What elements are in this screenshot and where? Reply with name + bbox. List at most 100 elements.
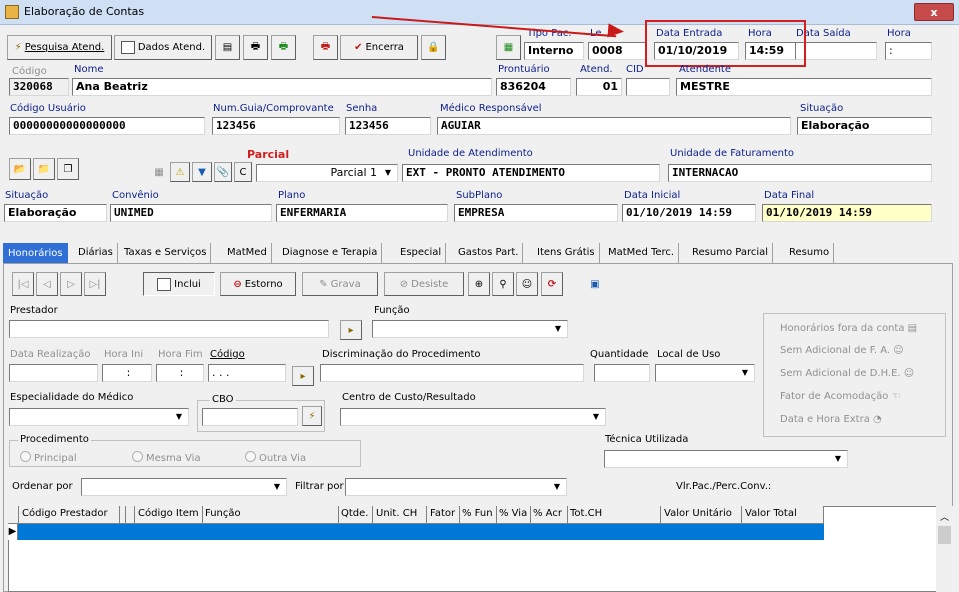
tab-gastos-part[interactable]: Gastos Part. [454, 243, 524, 263]
hora-ini-field[interactable]: : [102, 364, 152, 382]
convenio-field[interactable]: UNIMED [110, 204, 272, 222]
print-red-button[interactable]: 🖶 [313, 35, 338, 60]
tab-honorarios[interactable]: Honorários [3, 243, 68, 263]
plano-field[interactable]: ENFERMARIA [276, 204, 448, 222]
prestador-lookup-button[interactable]: ▸ [340, 320, 362, 340]
print-green-button[interactable]: 🖶 [271, 35, 296, 60]
hora-fim-field[interactable]: : [156, 364, 204, 382]
data-inicial-field[interactable]: 01/10/2019 14:59 [622, 204, 756, 222]
local-uso-select[interactable]: ▼ [655, 364, 755, 382]
scroll-up-icon[interactable]: ︿ [940, 510, 949, 523]
copy-button[interactable]: ❐ [57, 158, 79, 180]
open-folder-button[interactable]: 📂 [9, 158, 31, 180]
tab-especial[interactable]: Especial [396, 243, 447, 263]
close-button[interactable]: x [914, 3, 954, 21]
outra-via-radio[interactable]: Outra Via [245, 451, 306, 464]
col-valor-total[interactable]: Valor Total [745, 508, 797, 519]
data-saida-field[interactable] [795, 42, 877, 60]
unidade-atend-field[interactable]: EXT - PRONTO ATENDIMENTO [402, 164, 660, 182]
atendente-field[interactable]: MESTRE [676, 78, 932, 96]
centro-custo-select[interactable]: ▼ [340, 408, 606, 426]
codigo-usuario-field[interactable]: 00000000000000000 [9, 117, 205, 135]
num-guia-field[interactable]: 123456 [212, 117, 340, 135]
tab-diagnose-terapia[interactable]: Diagnose e Terapia [278, 243, 383, 263]
ordenar-select[interactable]: ▼ [81, 478, 287, 496]
col-codigo-item[interactable]: Código Item [138, 508, 199, 519]
tab-resumo-parcial[interactable]: Resumo Parcial [688, 243, 774, 263]
tipo-pac-field[interactable]: Interno [524, 42, 584, 60]
screen-button[interactable]: ▣ [584, 272, 606, 296]
cid-label: CID [626, 64, 644, 75]
refresh-button[interactable]: ⟳ [541, 272, 563, 296]
first-record-button: |◁ [12, 272, 34, 296]
inclui-button[interactable]: Inclui [143, 272, 215, 296]
scroll-thumb[interactable] [938, 526, 951, 544]
dados-atend-button[interactable]: Dados Atend. [114, 35, 212, 60]
col-tot-ch[interactable]: Tot.CH [570, 508, 602, 519]
cid-field[interactable] [626, 78, 670, 96]
quantidade-field[interactable] [594, 364, 650, 382]
zoom-button[interactable]: ⊕ [468, 272, 490, 296]
warning-button[interactable]: ⚠ [170, 162, 190, 182]
nome-field[interactable]: Ana Beatriz [72, 78, 492, 96]
codigo-lookup-button[interactable]: ▸ [292, 366, 314, 386]
folder-button[interactable]: 📁 [33, 158, 55, 180]
funcao-select[interactable]: ▼ [372, 320, 568, 338]
honorarios-fora-option[interactable]: Honorários fora da conta ▤ [780, 323, 917, 334]
discriminacao-field[interactable] [320, 364, 584, 382]
leito-field[interactable]: 0008 [588, 42, 646, 60]
people-search-button[interactable]: ☺ [516, 272, 538, 296]
codigo-procedimento-field[interactable]: . . . [208, 364, 286, 382]
fator-acomodacao-option[interactable]: Fator de Acomodação ☜ [780, 391, 901, 402]
cbo-field[interactable] [202, 408, 298, 426]
tab-matmed[interactable]: MatMed [223, 243, 272, 263]
prestador-field[interactable] [9, 320, 329, 338]
data-realizacao-field[interactable] [9, 364, 98, 382]
estorno-button[interactable]: ⊖ Estorno [220, 272, 296, 296]
col-codigo-prestador[interactable]: Código Prestador [22, 508, 108, 519]
col-perc-via[interactable]: % Via [499, 508, 527, 519]
sem-adicional-dhe-option[interactable]: Sem Adicional de D.H.E. ☺ [780, 368, 914, 379]
subplano-field[interactable]: EMPRESA [454, 204, 618, 222]
atend-field[interactable]: 01 [576, 78, 622, 96]
col-valor-unitario[interactable]: Valor Unitário [664, 508, 732, 519]
pesquisa-atend-button[interactable]: ⚡ Pesquisa Atend. [7, 35, 112, 60]
tab-diarias[interactable]: Diárias [74, 243, 118, 263]
parcial-select[interactable]: Parcial 1 ▼ [256, 164, 398, 182]
tab-taxas-servicos[interactable]: Taxas e Serviços [120, 243, 212, 263]
tecnica-select[interactable]: ▼ [604, 450, 848, 468]
sem-adicional-fa-option[interactable]: Sem Adicional de F. A. ☺ [780, 345, 904, 356]
col-perc-fun[interactable]: % Fun [462, 508, 493, 519]
prontuario-field[interactable]: 836204 [496, 78, 571, 96]
col-qtde[interactable]: Qtde. [341, 508, 368, 519]
properties-button[interactable]: ▤ [215, 35, 240, 60]
cbo-lookup-button[interactable]: ⚡ [302, 406, 322, 426]
unidade-fat-field[interactable]: INTERNACAO [668, 164, 932, 182]
mesma-via-radio[interactable]: Mesma Via [132, 451, 201, 464]
tab-matmed-terc[interactable]: MatMed Terc. [604, 243, 680, 263]
col-funcao[interactable]: Função [205, 508, 241, 519]
c-button[interactable]: C [234, 162, 252, 182]
grid-scrollbar[interactable]: ︿ [936, 506, 953, 592]
filter-button[interactable]: ▼ [192, 162, 212, 182]
data-final-field[interactable]: 01/10/2019 14:59 [762, 204, 932, 222]
calculator-button[interactable]: ▦ [496, 35, 521, 60]
print-button[interactable]: 🖶 [243, 35, 268, 60]
medico-field[interactable]: AGUIAR [437, 117, 791, 135]
col-perc-acr[interactable]: % Acr [533, 508, 562, 519]
tab-itens-gratis[interactable]: Itens Grátis [533, 243, 600, 263]
col-unit-ch[interactable]: Unit. CH [376, 508, 417, 519]
hora-saida-field[interactable]: : [885, 42, 932, 60]
principal-radio[interactable]: Principal [20, 451, 77, 464]
attach-button[interactable]: 📎 [214, 162, 232, 182]
binoculars-button[interactable]: ⚲ [492, 272, 514, 296]
data-hora-extra-option[interactable]: Data e Hora Extra ◔ [780, 414, 882, 425]
senha-field[interactable]: 123456 [345, 117, 431, 135]
filtrar-select[interactable]: ▼ [345, 478, 567, 496]
col-fator[interactable]: Fator [430, 508, 455, 519]
lock-button[interactable]: 🔒 [421, 35, 446, 60]
tab-resumo[interactable]: Resumo [785, 243, 835, 263]
table-row[interactable]: ▶ [8, 524, 824, 540]
especialidade-select[interactable]: ▼ [9, 408, 189, 426]
encerra-button[interactable]: ✔ Encerra [340, 35, 418, 60]
